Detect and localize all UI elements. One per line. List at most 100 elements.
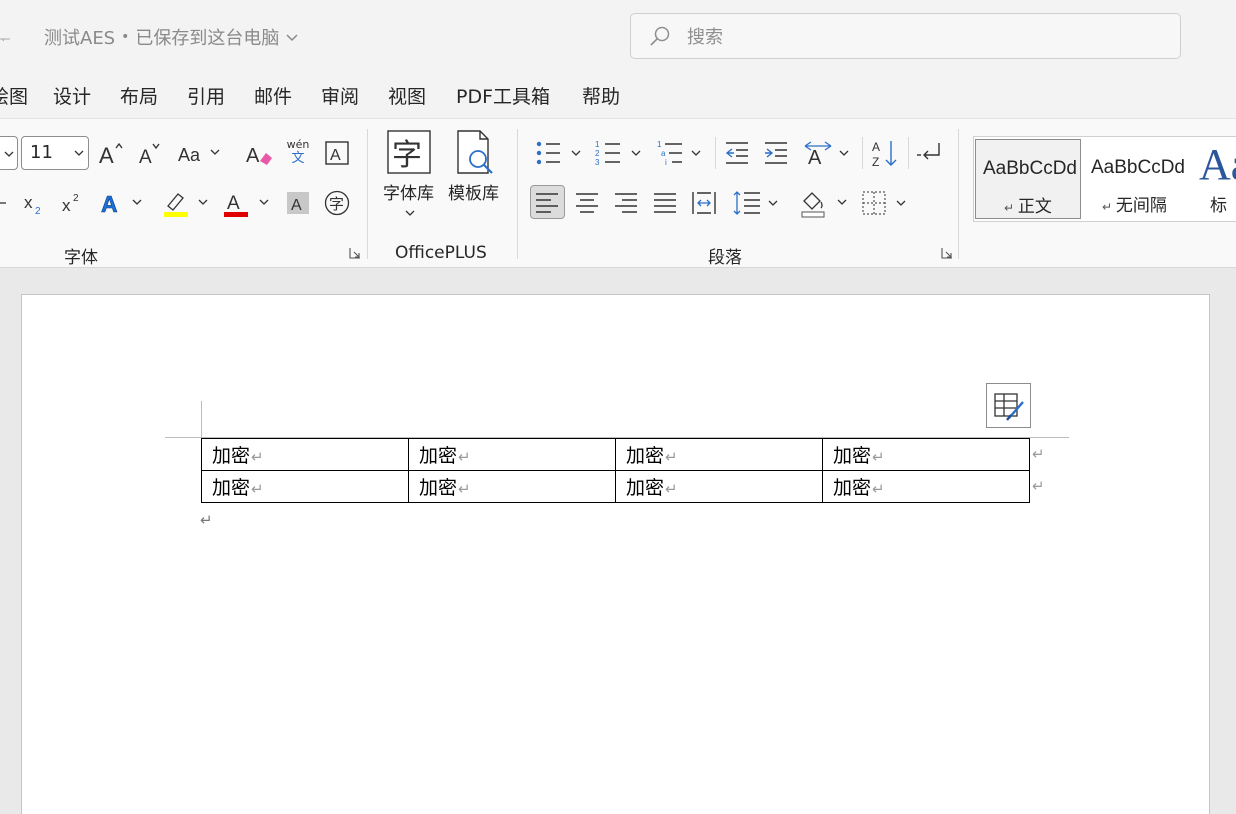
ribbon-tabs: 绘图 设计 布局 引用 邮件 审阅 视图 PDF工具箱 帮助 — [0, 72, 1236, 118]
style-name: ↵ 正文 — [1004, 197, 1052, 217]
multilevel-list-icon[interactable]: 1ai — [656, 137, 704, 169]
table-cell[interactable]: 加密↵ — [408, 470, 616, 503]
document-title[interactable]: 测试AES • 已保存到这台电脑 — [44, 24, 299, 50]
style-normal[interactable]: AaBbCcDd ↵ 正文 — [975, 139, 1081, 219]
char-spacing-icon[interactable]: A — [803, 137, 853, 169]
template-library-label[interactable]: 模板库 — [448, 179, 499, 204]
chevron-down-icon — [4, 151, 14, 157]
line-spacing-icon[interactable] — [732, 187, 782, 219]
font-size-dropdown[interactable]: 11 — [21, 136, 89, 170]
tab-view[interactable]: 视图 — [388, 82, 426, 109]
font-name-dropdown[interactable] — [0, 136, 18, 170]
table-cell[interactable]: 加密↵ — [201, 470, 409, 503]
search-box[interactable]: 搜索 — [630, 13, 1181, 59]
decrease-indent-icon[interactable] — [722, 137, 752, 169]
bullets-icon[interactable] — [533, 137, 583, 169]
change-case-icon[interactable]: Aa — [176, 137, 226, 169]
chevron-down-icon — [74, 150, 84, 156]
table-row: 加密↵ 加密↵ 加密↵ 加密↵ — [201, 438, 1030, 471]
table-cell[interactable]: 加密↵ — [408, 438, 616, 471]
svg-text:x: x — [24, 193, 33, 212]
svg-text:A: A — [227, 193, 240, 214]
character-border-icon[interactable]: A — [322, 137, 352, 169]
tab-references[interactable]: 引用 — [187, 82, 225, 109]
numbering-icon[interactable]: 123 — [594, 137, 644, 169]
paragraph-dialog-launcher-icon[interactable] — [941, 247, 953, 259]
grow-font-icon[interactable]: A — [96, 137, 126, 169]
svg-text:3: 3 — [595, 158, 600, 167]
svg-text:Z: Z — [872, 155, 879, 168]
svg-text:Aa: Aa — [178, 145, 201, 165]
style-heading[interactable]: Aa 标 — [1194, 139, 1236, 219]
template-library-icon[interactable] — [452, 129, 498, 177]
increase-indent-icon[interactable] — [761, 137, 791, 169]
tab-draw[interactable]: 绘图 — [0, 82, 28, 109]
group-separator — [367, 129, 368, 259]
group-label-officeplus: OfficePLUS — [395, 243, 487, 263]
divider — [715, 137, 716, 169]
subscript-icon[interactable]: x2 — [20, 187, 48, 219]
table-cell[interactable]: 加密↵ — [822, 438, 1030, 471]
paragraph-mark[interactable]: ↵ — [200, 511, 213, 529]
sort-icon[interactable]: AZ — [870, 137, 900, 169]
borders-icon[interactable] — [860, 187, 910, 219]
tab-pdf-toolbox[interactable]: PDF工具箱 — [456, 82, 550, 109]
style-sample: AaBbCcDd — [1091, 157, 1185, 178]
svg-text:A: A — [99, 143, 114, 167]
table-cell[interactable]: 加密↵ — [201, 438, 409, 471]
divider — [908, 137, 909, 169]
svg-text:x: x — [62, 196, 71, 215]
table-quick-layout-button[interactable] — [986, 383, 1031, 428]
tab-design[interactable]: 设计 — [53, 82, 91, 109]
clear-formatting-icon[interactable]: A — [244, 137, 274, 169]
character-shading-icon[interactable]: A — [284, 187, 312, 219]
svg-text:2: 2 — [35, 206, 41, 216]
table-cell[interactable]: 加密↵ — [615, 470, 823, 503]
group-label-font: 字体 — [64, 248, 98, 268]
svg-text:A: A — [330, 147, 341, 164]
svg-text:2: 2 — [73, 193, 79, 204]
align-right-icon[interactable] — [611, 187, 641, 219]
style-no-spacing[interactable]: AaBbCcDd ↵ 无间隔 — [1084, 139, 1190, 219]
svg-text:1: 1 — [657, 140, 662, 149]
strikethrough-edge-icon[interactable] — [0, 187, 10, 219]
tab-review[interactable]: 审阅 — [321, 82, 359, 109]
superscript-icon[interactable]: x2 — [58, 187, 86, 219]
document-page[interactable]: 加密↵ 加密↵ 加密↵ 加密↵ 加密↵ 加密↵ 加密↵ 加密↵ ↵ ↵ ↵ — [21, 294, 1210, 814]
shrink-font-icon[interactable]: A — [136, 137, 164, 169]
justify-icon[interactable] — [650, 187, 680, 219]
font-color-icon[interactable]: A — [222, 187, 272, 219]
svg-text:A: A — [246, 145, 260, 167]
tab-help[interactable]: 帮助 — [582, 82, 620, 109]
svg-text:1: 1 — [595, 140, 600, 149]
table-cell[interactable]: 加密↵ — [615, 438, 823, 471]
highlight-color-icon[interactable] — [162, 187, 212, 219]
distributed-icon[interactable] — [689, 187, 719, 219]
quick-access-edge-icon[interactable]: ᅮ — [0, 26, 11, 50]
svg-text:A: A — [872, 140, 880, 154]
document-table[interactable]: 加密↵ 加密↵ 加密↵ 加密↵ 加密↵ 加密↵ 加密↵ 加密↵ — [201, 438, 1030, 503]
end-of-row-mark: ↵ — [1032, 477, 1045, 495]
tab-mailings[interactable]: 邮件 — [254, 82, 292, 109]
font-library-label[interactable]: 字体库 — [383, 179, 434, 204]
group-separator — [958, 129, 959, 259]
group-label-paragraph: 段落 — [708, 248, 742, 268]
font-library-icon[interactable]: 字 — [386, 129, 432, 175]
table-cell[interactable]: 加密↵ — [822, 470, 1030, 503]
font-dialog-launcher-icon[interactable] — [349, 247, 361, 259]
enclose-glyph: 字 — [329, 195, 344, 213]
tab-layout[interactable]: 布局 — [120, 82, 158, 109]
ribbon: 11 A A Aa A wén 文 A x2 x2 A A A 字 字体 字 字… — [0, 118, 1236, 268]
align-center-icon[interactable] — [572, 187, 602, 219]
shading-icon[interactable] — [800, 187, 850, 219]
text-effects-icon[interactable]: A — [100, 187, 146, 219]
table-row: 加密↵ 加密↵ 加密↵ 加密↵ — [201, 470, 1030, 503]
align-left-icon[interactable] — [532, 187, 562, 219]
svg-text:i: i — [665, 158, 667, 167]
phonetic-guide-icon[interactable]: wén 文 — [284, 135, 312, 169]
search-icon — [650, 26, 670, 46]
pinyin-top: wén — [286, 138, 310, 151]
enclose-characters-icon[interactable]: 字 — [322, 187, 352, 219]
title-bar: ᅮ 测试AES • 已保存到这台电脑 搜索 — [0, 0, 1236, 72]
show-paragraph-marks-icon[interactable] — [914, 137, 944, 169]
